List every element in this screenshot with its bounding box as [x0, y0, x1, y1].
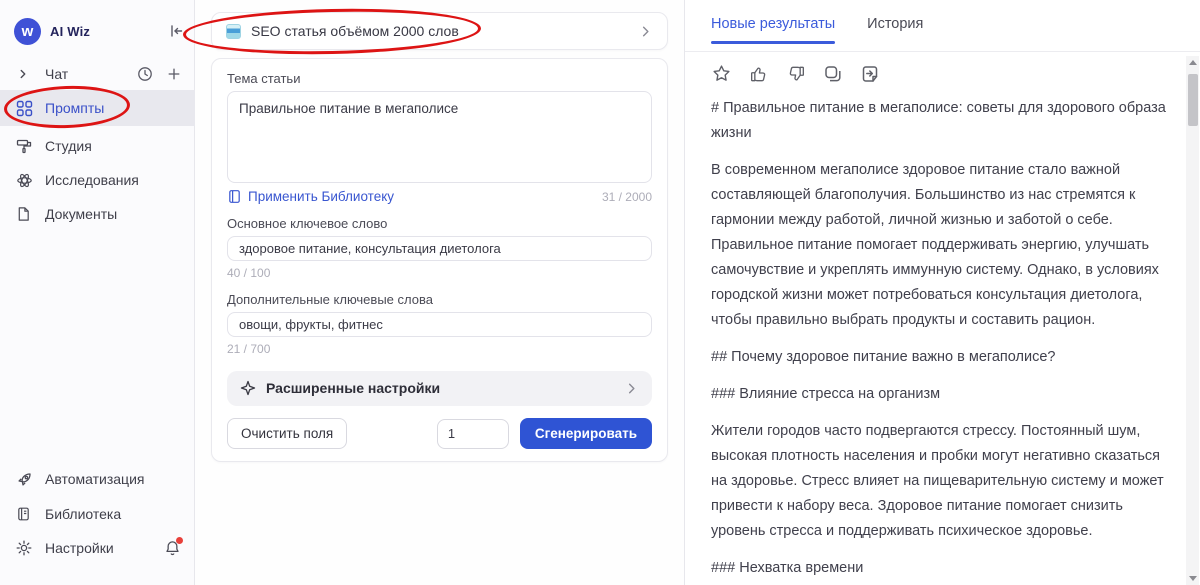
clear-fields-button[interactable]: Очистить поля [227, 418, 347, 449]
scrollbar-thumb[interactable] [1188, 74, 1198, 126]
library-book-icon [227, 189, 242, 204]
topic-label: Тема статьи [227, 71, 652, 86]
scrollbar-down-arrow[interactable] [1189, 576, 1197, 581]
sidebar-item-label: Чат [45, 66, 68, 82]
generate-button[interactable]: Сгенерировать [520, 418, 652, 449]
book-icon [16, 506, 33, 522]
result-toolbar [711, 63, 880, 84]
prompt-template-title: SEO статья объёмом 2000 слов [251, 23, 459, 39]
sidebar-item-label: Библиотека [45, 506, 121, 522]
results-scrollbar[interactable] [1186, 56, 1199, 585]
main-keyword-counter: 40 / 100 [227, 266, 652, 280]
tab-history[interactable]: История [867, 1, 923, 50]
results-panel: Новые результаты История # Правильное пи… [684, 0, 1200, 585]
gear-icon [16, 540, 33, 556]
prompt-panel: SEO статья объёмом 2000 слов Тема статьи… [195, 0, 684, 585]
sidebar-item-label: Настройки [45, 540, 114, 556]
topic-counter: 31 / 2000 [602, 190, 652, 204]
topic-input[interactable]: Правильное питание в мегаполисе [227, 91, 652, 183]
generated-paragraph: ### Нехватка времени [711, 556, 1173, 581]
generated-paragraph: В современном мегаполисе здоровое питани… [711, 158, 1173, 333]
notifications-bell-icon[interactable] [164, 540, 181, 557]
app-logo: w [14, 18, 41, 45]
generation-count-input[interactable] [437, 419, 509, 449]
generated-paragraph: Жители городов часто подвергаются стресс… [711, 419, 1173, 544]
brand-name: AI Wiz [50, 24, 90, 39]
extra-keywords-label: Дополнительные ключевые слова [227, 292, 652, 307]
rocket-icon [16, 471, 33, 488]
favorite-star-icon[interactable] [711, 63, 732, 84]
sidebar-item-label: Исследования [45, 172, 139, 188]
sidebar-item-studio[interactable]: Студия [0, 130, 195, 162]
main-keyword-label: Основное ключевое слово [227, 216, 652, 231]
grid-icon [16, 100, 33, 117]
apply-library-label: Применить Библиотеку [248, 189, 394, 204]
generated-paragraph: # Правильное питание в мегаполисе: совет… [711, 96, 1173, 146]
copy-icon[interactable] [823, 64, 843, 84]
chevron-right-icon [16, 67, 33, 81]
sidebar-item-research[interactable]: Исследования [0, 164, 195, 196]
paint-roller-icon [16, 138, 33, 154]
apply-library-link[interactable]: Применить Библиотеку [227, 189, 394, 204]
chevron-right-icon [638, 24, 653, 39]
extra-keywords-counter: 21 / 700 [227, 342, 652, 356]
results-tabs: Новые результаты История [685, 0, 1200, 52]
prompt-form: Тема статьи Правильное питание в мегапол… [211, 58, 668, 462]
sidebar-item-documents[interactable]: Документы [0, 198, 195, 230]
thumbs-up-icon[interactable] [749, 64, 769, 84]
sidebar-item-prompts[interactable]: Промпты [0, 90, 195, 126]
sparkle-icon [240, 380, 256, 396]
new-chat-icon[interactable] [167, 67, 181, 81]
export-document-icon[interactable] [860, 64, 880, 84]
sidebar-item-label: Промпты [45, 100, 104, 116]
brand-row: w AI Wiz [14, 16, 184, 46]
tab-new-results[interactable]: Новые результаты [711, 1, 835, 50]
sidebar: w AI Wiz Чат Промпты Студия [0, 0, 195, 585]
sidebar-item-label: Автоматизация [45, 471, 144, 487]
notification-dot [176, 537, 183, 544]
scrollbar-up-arrow[interactable] [1189, 60, 1197, 65]
sidebar-item-settings[interactable]: Настройки [0, 532, 195, 564]
thumbs-down-icon[interactable] [786, 64, 806, 84]
chat-history-icon[interactable] [137, 66, 153, 82]
main-keyword-input[interactable] [227, 236, 652, 261]
advanced-settings-button[interactable]: Расширенные настройки [227, 371, 652, 406]
sidebar-item-chat[interactable]: Чат [0, 58, 195, 90]
atom-icon [16, 172, 33, 189]
file-icon [16, 206, 33, 222]
extra-keywords-input[interactable] [227, 312, 652, 337]
generated-text: # Правильное питание в мегаполисе: совет… [711, 96, 1173, 585]
generated-paragraph: ### Влияние стресса на организм [711, 382, 1173, 407]
prompt-template-header[interactable]: SEO статья объёмом 2000 слов [211, 12, 668, 50]
sidebar-item-label: Документы [45, 206, 117, 222]
sidebar-collapse-icon[interactable] [168, 23, 184, 39]
sidebar-item-automation[interactable]: Автоматизация [0, 463, 195, 495]
prompt-template-icon [226, 24, 241, 39]
sidebar-item-label: Студия [45, 138, 92, 154]
generated-paragraph: ## Почему здоровое питание важно в мегап… [711, 345, 1173, 370]
advanced-settings-label: Расширенные настройки [266, 380, 440, 396]
sidebar-item-library[interactable]: Библиотека [0, 498, 195, 530]
chevron-right-icon [624, 381, 639, 396]
